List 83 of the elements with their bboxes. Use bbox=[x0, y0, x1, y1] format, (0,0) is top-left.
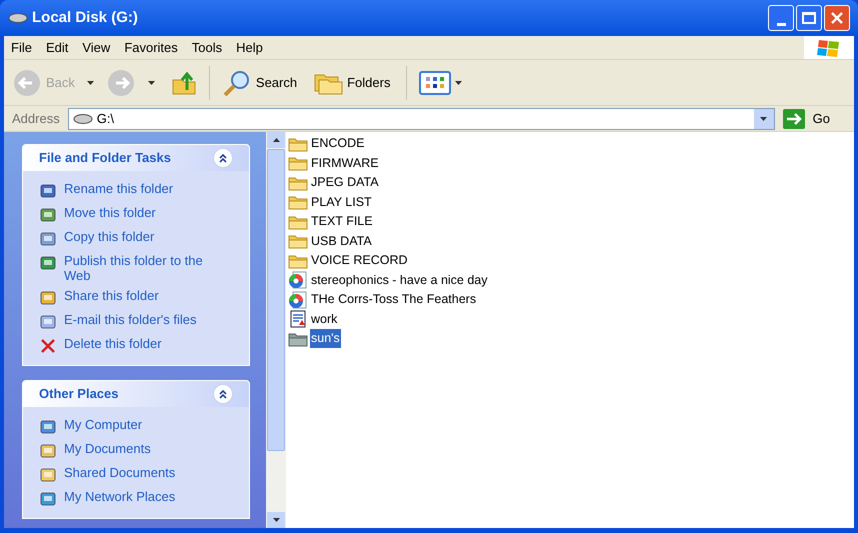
entry-name[interactable]: JPEG DATA bbox=[310, 173, 380, 192]
task-icon bbox=[39, 313, 57, 331]
chevron-up-icon bbox=[218, 153, 228, 163]
caret-up-icon bbox=[272, 138, 280, 142]
folder-icon bbox=[288, 174, 308, 191]
task-link[interactable]: E-mail this folder's files bbox=[64, 312, 204, 327]
panel-title: File and Folder Tasks bbox=[39, 149, 171, 168]
menu-item[interactable]: Tools bbox=[184, 38, 230, 58]
task-link[interactable]: Rename this folder bbox=[64, 181, 204, 196]
task-link[interactable]: Delete this folder bbox=[64, 336, 204, 351]
entry-name[interactable]: sun's bbox=[310, 329, 341, 348]
collapse-button[interactable] bbox=[213, 384, 233, 404]
scroll-down-button[interactable] bbox=[267, 512, 285, 528]
minimize-button[interactable] bbox=[768, 5, 794, 31]
task-link[interactable]: Share this folder bbox=[64, 288, 204, 303]
task-icon bbox=[39, 254, 57, 272]
entry-name[interactable]: ENCODE bbox=[310, 134, 366, 154]
views-button[interactable] bbox=[419, 70, 462, 94]
task-icon bbox=[39, 418, 57, 436]
task-link[interactable]: Shared Documents bbox=[64, 465, 204, 480]
menu-item[interactable]: Favorites bbox=[117, 38, 185, 58]
drive-icon bbox=[8, 12, 28, 24]
go-button[interactable]: Go bbox=[778, 108, 834, 128]
folder-icon bbox=[288, 155, 308, 172]
task-link[interactable]: My Network Places bbox=[64, 489, 204, 504]
caret-down-icon bbox=[272, 518, 280, 522]
address-field[interactable]: G:\ bbox=[68, 108, 775, 130]
task-icon bbox=[39, 182, 57, 200]
task-link[interactable]: My Computer bbox=[64, 417, 204, 432]
cross-icon bbox=[39, 337, 57, 355]
chevron-up-icon bbox=[218, 389, 228, 399]
panel-title: Other Places bbox=[39, 385, 118, 404]
entry-name[interactable]: TEXT FILE bbox=[310, 212, 374, 232]
task-icon bbox=[39, 289, 57, 307]
task-icon bbox=[39, 442, 57, 460]
caret-down-icon bbox=[148, 80, 155, 84]
drive-icon bbox=[72, 112, 93, 124]
folders-button[interactable]: Folders bbox=[309, 70, 394, 96]
folder-icon bbox=[288, 214, 308, 230]
close-button[interactable] bbox=[824, 5, 850, 31]
folder-icon bbox=[288, 136, 308, 152]
entry-name[interactable]: FIRMWARE bbox=[310, 154, 380, 173]
menu-item[interactable]: File bbox=[4, 38, 39, 58]
folder-icon bbox=[288, 233, 308, 250]
task-link[interactable]: Copy this folder bbox=[64, 229, 204, 244]
maximize-button[interactable] bbox=[796, 5, 822, 31]
close-icon bbox=[831, 12, 843, 24]
menu-item[interactable]: View bbox=[75, 38, 118, 58]
folder-up-arrow-icon bbox=[170, 70, 197, 96]
menu-item[interactable]: Help bbox=[229, 38, 270, 58]
scrollbar[interactable] bbox=[266, 132, 286, 528]
collapse-button[interactable] bbox=[213, 148, 233, 168]
dropdown-button[interactable] bbox=[754, 108, 774, 128]
entry-name[interactable]: THe Corrs-Toss The Feathers bbox=[310, 290, 478, 310]
task-icon bbox=[39, 466, 57, 484]
panel-header[interactable]: File and Folder Tasks bbox=[23, 145, 249, 171]
address-label: Address bbox=[11, 110, 61, 128]
task-link[interactable]: Move this folder bbox=[64, 205, 204, 220]
search-button[interactable]: Search bbox=[218, 68, 302, 96]
task-link[interactable]: Publish this folder to the Web bbox=[64, 253, 204, 283]
caret-down-icon bbox=[86, 80, 94, 84]
entry-name[interactable]: stereophonics - have a nice day bbox=[310, 270, 488, 290]
entry-name[interactable]: PLAY LIST bbox=[310, 192, 373, 212]
views-grid-icon bbox=[419, 70, 452, 94]
task-icon bbox=[39, 206, 57, 224]
caret-down-icon bbox=[455, 80, 462, 84]
entry-name[interactable]: VOICE RECORD bbox=[310, 251, 409, 270]
folder-icon bbox=[288, 194, 308, 210]
folder-icon bbox=[288, 330, 308, 347]
scroll-thumb[interactable] bbox=[267, 149, 285, 451]
scroll-up-button[interactable] bbox=[267, 132, 285, 148]
menu-item[interactable]: Edit bbox=[38, 38, 76, 58]
caret-down-icon bbox=[760, 116, 768, 120]
entry-name[interactable]: USB DATA bbox=[310, 232, 373, 251]
search-icon bbox=[222, 68, 252, 96]
task-link[interactable]: My Documents bbox=[64, 441, 204, 456]
entry-name[interactable]: work bbox=[310, 310, 338, 329]
task-icon bbox=[39, 230, 57, 248]
window-title: Local Disk (G:) bbox=[32, 8, 138, 28]
task-icon bbox=[39, 490, 57, 508]
folder-icon bbox=[288, 252, 308, 269]
panel-header[interactable]: Other Places bbox=[23, 381, 249, 407]
flag-logo-icon bbox=[816, 38, 842, 58]
